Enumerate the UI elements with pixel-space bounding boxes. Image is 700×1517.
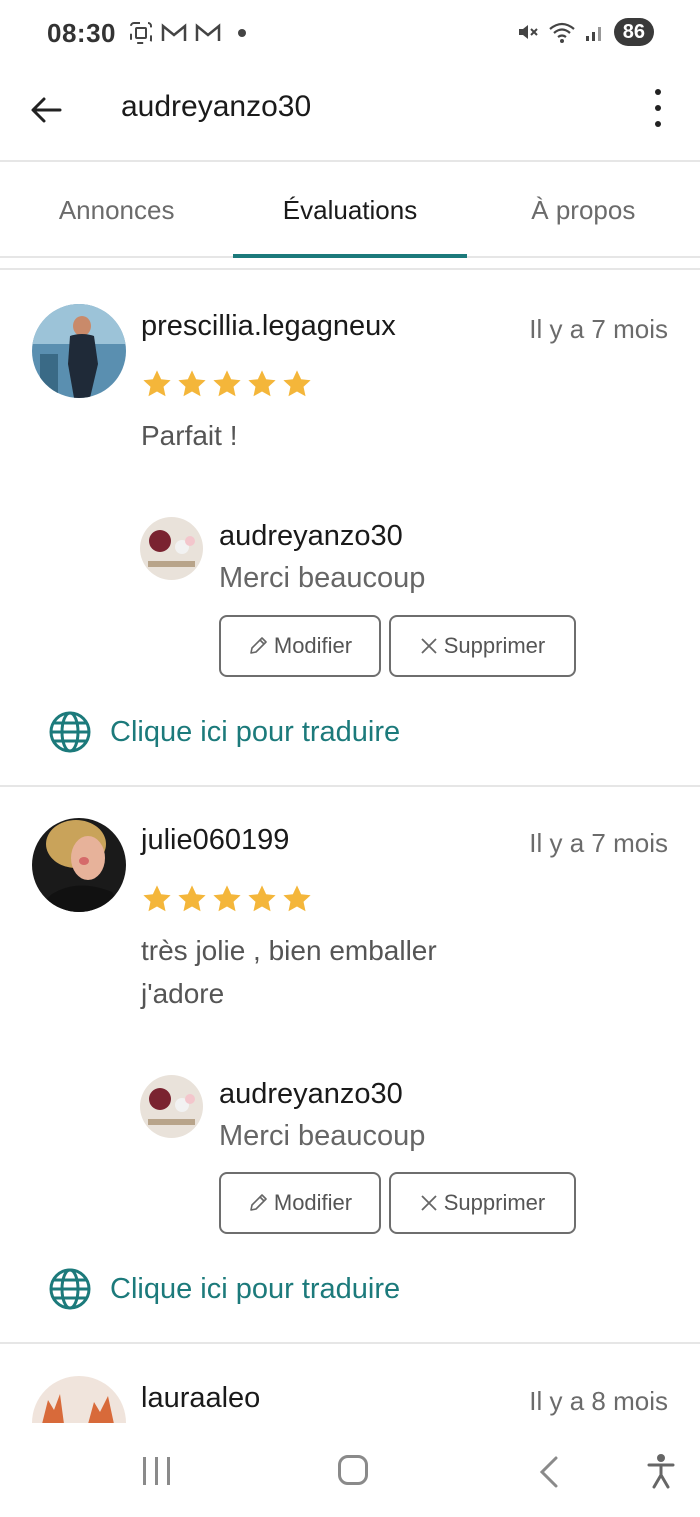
divider [0,268,700,270]
star-icon [248,370,276,397]
star-icon [178,885,206,912]
reviewer-name[interactable]: prescillia.legagneux [141,310,396,343]
delete-label: Supprimer [443,633,546,658]
accessibility-icon [647,1454,675,1489]
reviewer-name[interactable]: julie060199 [141,824,289,857]
gmail-icon [195,23,221,41]
star-icon [283,885,311,912]
system-back-button[interactable] [536,1455,562,1494]
page-title: audreyanzo30 [121,90,312,123]
screen: 08:30 86 audreyanzo30 Annonces Évaluatio… [0,0,700,1517]
recent-apps-button[interactable] [143,1457,170,1485]
edit-reply-button[interactable]: Modifier [219,615,381,677]
reviewer-avatar[interactable] [32,304,126,398]
pencil-icon [250,1194,267,1211]
star-icon [248,885,276,912]
review-date: Il y a 7 mois [529,828,668,858]
star-rating [141,368,313,400]
review-date: Il y a 8 mois [529,1386,668,1416]
tab-annonces[interactable]: Annonces [0,164,233,256]
tab-a-propos[interactable]: À propos [467,164,700,256]
gmail-icon [161,23,187,41]
notification-icons [128,20,246,46]
star-icon [213,370,241,397]
star-rating [141,883,313,915]
arrow-left-icon [31,97,62,123]
more-options-button[interactable] [646,84,670,132]
tab-evaluations[interactable]: Évaluations [233,164,467,258]
edit-reply-button[interactable]: Modifier [219,1172,381,1234]
close-icon [421,1195,437,1211]
screenshot-icon [130,22,152,44]
system-indicators: 86 [516,18,654,46]
reply-avatar [140,1075,203,1138]
review-date: Il y a 7 mois [529,314,668,344]
edit-label: Modifier [273,1190,353,1215]
translate-label: Clique ici pour traduire [110,715,401,748]
delete-reply-button[interactable]: Supprimer [389,615,576,677]
globe-icon [49,711,91,753]
system-navigation-bar [0,1423,700,1517]
chevron-left-icon [539,1456,558,1488]
battery-level: 86 [613,18,654,46]
wifi-icon [549,22,575,43]
pencil-icon [250,637,267,654]
review-text: très jolie , bien emballer j'adore [141,935,437,1009]
home-button[interactable] [338,1455,368,1485]
signal-icon [585,27,601,41]
profile-tabs: Annonces Évaluations À propos [0,164,700,258]
reviewer-name[interactable]: lauraaleo [141,1382,260,1415]
edit-label: Modifier [273,633,353,658]
status-bar: 08:30 86 [0,0,700,68]
star-icon [178,370,206,397]
star-icon [143,370,171,397]
divider [0,785,700,787]
translate-label: Clique ici pour traduire [110,1272,401,1305]
reviewer-avatar[interactable] [32,818,126,912]
divider [0,1342,700,1344]
reply-author: audreyanzo30 [219,520,403,552]
mute-icon [518,25,538,39]
status-time: 08:30 [47,18,116,48]
star-icon [213,885,241,912]
review-text: Parfait ! [141,420,238,451]
star-icon [283,370,311,397]
star-icon [143,885,171,912]
back-button[interactable] [24,88,68,132]
recents-icon [143,1457,146,1485]
close-icon [421,638,437,654]
more-vertical-icon [655,89,661,95]
reply-avatar [140,517,203,580]
reply-text: Merci beaucoup [219,1120,426,1152]
reviewer-avatar[interactable] [32,1376,126,1424]
translate-link[interactable]: Clique ici pour traduire [48,710,400,754]
accessibility-button[interactable] [646,1453,676,1494]
translate-link[interactable]: Clique ici pour traduire [48,1267,400,1311]
notification-dot-icon [238,29,246,37]
globe-icon [49,1268,91,1310]
reply-author: audreyanzo30 [219,1078,403,1110]
app-bar: audreyanzo30 [0,68,700,162]
reply-text: Merci beaucoup [219,562,426,594]
delete-reply-button[interactable]: Supprimer [389,1172,576,1234]
delete-label: Supprimer [443,1190,546,1215]
